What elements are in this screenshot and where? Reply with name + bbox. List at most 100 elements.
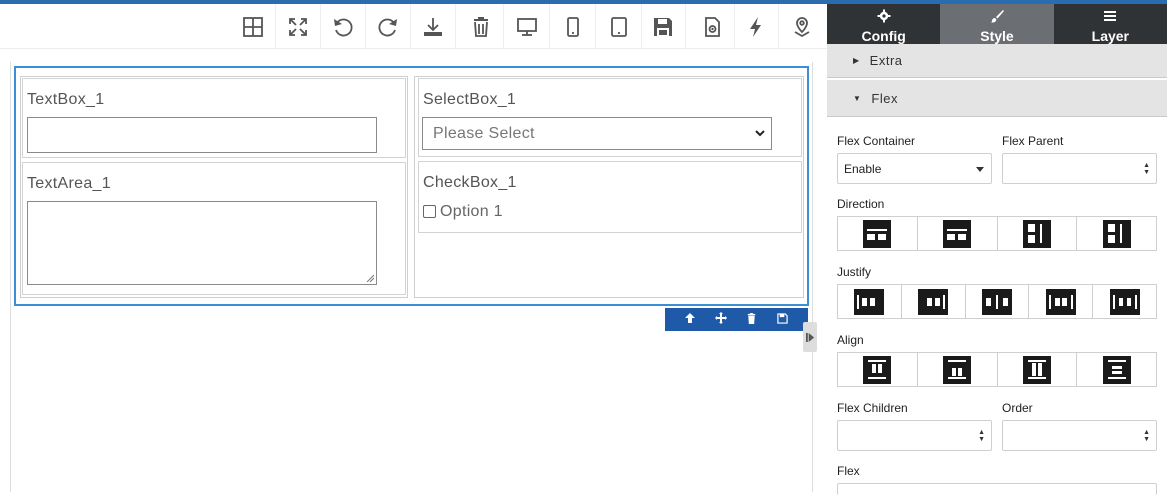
form-row-selected[interactable]: TextBox_1 TextArea_1 SelectBox_1 Please …	[14, 66, 809, 306]
align-button-group	[837, 352, 1157, 387]
tab-layer[interactable]: Layer	[1054, 4, 1167, 49]
form-column-right[interactable]: SelectBox_1 Please Select CheckBox_1 Opt…	[414, 76, 804, 298]
flex-container-select[interactable]: Enable	[837, 153, 992, 184]
flex-input[interactable]	[837, 483, 1157, 495]
order-input[interactable]: ▲ ▼	[1002, 420, 1157, 451]
direction-row-reverse-button[interactable]	[918, 217, 998, 250]
bars-icon	[1103, 9, 1117, 25]
mobile-icon[interactable]	[551, 4, 596, 49]
collapse-arrow-icon	[805, 332, 814, 342]
trash-icon[interactable]	[742, 312, 762, 327]
tablet-icon[interactable]	[597, 4, 642, 49]
direction-column-icon	[1022, 219, 1051, 248]
direction-row-icon	[863, 219, 892, 248]
direction-label: Direction	[837, 197, 885, 211]
panel-collapse-toggle[interactable]	[803, 322, 817, 352]
direction-column-button[interactable]	[998, 217, 1078, 250]
fullscreen-icon[interactable]	[276, 4, 321, 49]
align-end-icon	[943, 355, 972, 384]
selectbox-dropdown[interactable]: Please Select	[422, 117, 772, 150]
justify-button-group	[837, 284, 1157, 319]
align-end-button[interactable]	[918, 353, 998, 386]
flex-container-label: Flex Container	[837, 134, 916, 148]
justify-start-button[interactable]	[838, 285, 902, 318]
tab-config[interactable]: Config	[827, 4, 940, 49]
chevron-down-icon	[755, 130, 765, 137]
direction-row-reverse-icon	[943, 219, 972, 248]
brush-icon	[990, 9, 1004, 25]
trash-icon[interactable]	[459, 4, 504, 49]
resize-grip-icon[interactable]	[366, 274, 374, 282]
section-flex-header[interactable]: ▼ Flex	[827, 80, 1167, 117]
order-label: Order	[1002, 401, 1033, 415]
select-placeholder: Please Select	[433, 124, 535, 142]
flex-label: Flex	[837, 464, 860, 478]
undo-icon[interactable]	[321, 4, 366, 49]
settings-file-icon[interactable]	[690, 4, 735, 49]
align-stretch-icon	[1022, 355, 1051, 384]
option-checkbox[interactable]	[423, 205, 436, 218]
align-label: Align	[837, 333, 864, 347]
flex-children-label: Flex Children	[837, 401, 908, 415]
textbox-label: TextBox_1	[27, 91, 105, 108]
editor-area: TextBox_1 TextArea_1 SelectBox_1 Please …	[0, 4, 827, 492]
justify-center-button[interactable]	[966, 285, 1030, 318]
textbox-input[interactable]	[27, 117, 377, 153]
caret-down-icon: ▼	[853, 93, 862, 103]
align-start-button[interactable]	[838, 353, 918, 386]
editor-toolbar	[0, 4, 827, 49]
tab-config-label: Config	[861, 28, 906, 44]
move-icon[interactable]	[711, 312, 731, 327]
textarea-input[interactable]	[27, 201, 377, 285]
tab-style-label: Style	[980, 28, 1014, 44]
textarea-label: TextArea_1	[27, 175, 111, 192]
row-action-bar	[665, 308, 808, 331]
save-icon[interactable]	[641, 4, 686, 49]
section-flex-label: Flex	[871, 90, 898, 106]
grid-icon[interactable]	[231, 4, 276, 49]
flex-children-input[interactable]: ▲ ▼	[837, 420, 992, 451]
align-stretch-button[interactable]	[998, 353, 1078, 386]
checkbox-field[interactable]: CheckBox_1 Option 1	[418, 161, 802, 233]
justify-end-button[interactable]	[902, 285, 966, 318]
form-column-left[interactable]: TextBox_1 TextArea_1	[20, 76, 408, 298]
checkbox-label: CheckBox_1	[423, 174, 517, 191]
redo-icon[interactable]	[366, 4, 411, 49]
justify-center-icon	[981, 288, 1012, 315]
justify-space-between-button[interactable]	[1029, 285, 1094, 318]
align-center-button[interactable]	[1077, 353, 1156, 386]
save-icon[interactable]	[773, 312, 793, 327]
direction-column-reverse-icon	[1102, 219, 1131, 248]
flex-parent-label: Flex Parent	[1002, 134, 1064, 148]
textarea-field[interactable]: TextArea_1	[22, 162, 406, 295]
justify-start-icon	[854, 288, 885, 315]
checkbox-option-label: Option 1	[440, 203, 503, 220]
panel-tabs: Config Style Layer	[827, 4, 1167, 49]
selectbox-label: SelectBox_1	[423, 91, 517, 108]
justify-space-between-icon	[1045, 288, 1076, 315]
selectbox-field[interactable]: SelectBox_1 Please Select	[418, 78, 802, 157]
justify-end-icon	[918, 288, 949, 315]
style-panel: Config Style Layer ▶ Extra ▼ Flex Flex C…	[827, 4, 1167, 495]
justify-label: Justify	[837, 265, 872, 279]
tab-style[interactable]: Style	[940, 4, 1054, 49]
gear-icon	[877, 9, 891, 25]
direction-column-reverse-button[interactable]	[1077, 217, 1156, 250]
direction-row-button[interactable]	[838, 217, 918, 250]
tab-layer-label: Layer	[1091, 28, 1129, 44]
align-center-icon	[1102, 355, 1131, 384]
download-icon[interactable]	[411, 4, 456, 49]
justify-space-around-button[interactable]	[1093, 285, 1156, 318]
arrow-up-icon[interactable]	[680, 312, 700, 327]
lightning-icon[interactable]	[734, 4, 779, 49]
canvas[interactable]: TextBox_1 TextArea_1 SelectBox_1 Please …	[10, 62, 813, 492]
location-pin-icon[interactable]	[779, 4, 824, 49]
textbox-field[interactable]: TextBox_1	[22, 78, 406, 158]
section-extra-label: Extra	[869, 53, 903, 68]
align-start-icon	[863, 355, 892, 384]
desktop-icon[interactable]	[505, 4, 550, 49]
justify-space-around-icon	[1109, 288, 1140, 315]
section-extra-header[interactable]: ▶ Extra	[827, 44, 1167, 78]
flex-parent-input[interactable]: ▲ ▼	[1002, 153, 1157, 184]
flex-container-value: Enable	[844, 161, 882, 176]
